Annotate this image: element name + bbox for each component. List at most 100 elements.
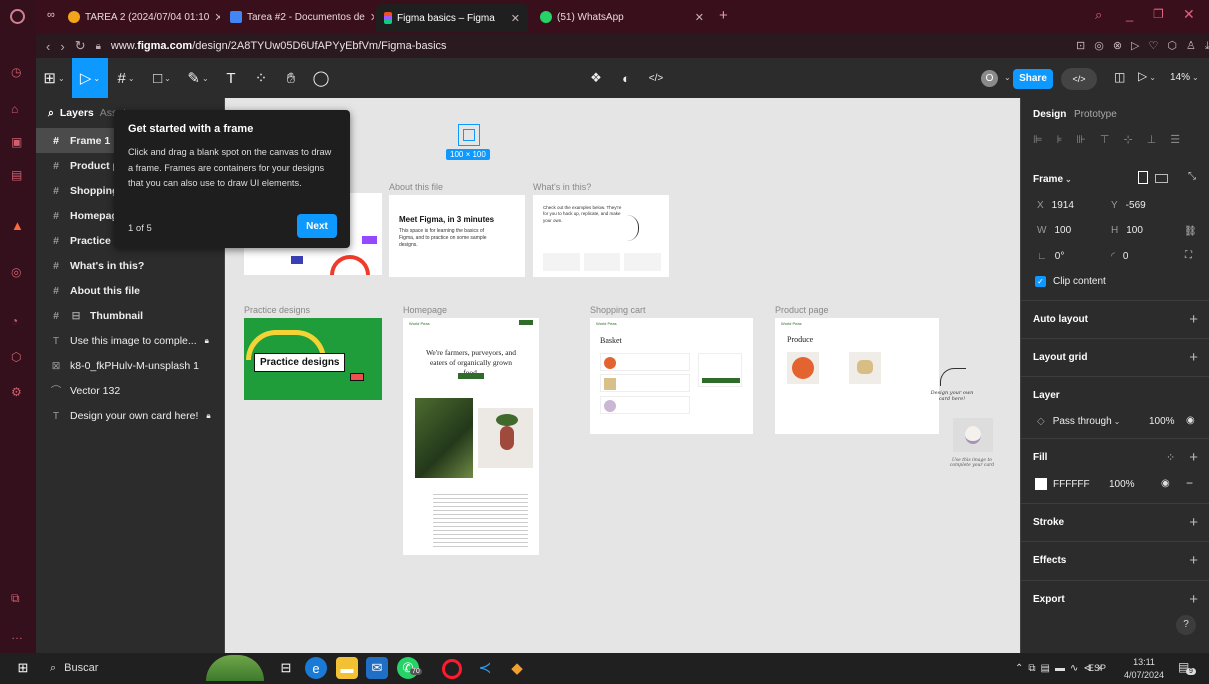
add-layout-grid-icon[interactable]: + [1189, 349, 1198, 366]
layer-row[interactable]: # What's in this? [36, 253, 224, 278]
back-icon[interactable]: ‹ [46, 39, 50, 54]
contrast-icon[interactable]: ◐ [614, 58, 638, 98]
layer-row[interactable]: ⊠ k8-0_fkPHulv-M-unsplash 1 [36, 353, 224, 378]
next-button[interactable]: Next [297, 214, 337, 238]
settings-icon[interactable]: ⚙ [11, 385, 22, 399]
edge-icon[interactable]: e [305, 657, 327, 679]
reload-icon[interactable]: ↻ [75, 38, 86, 54]
lock-icon[interactable]: 🔒︎ [206, 411, 210, 421]
layer-row[interactable]: T Use this image to comple... 🔒︎ [36, 328, 224, 353]
y-field[interactable]: Y -569 [1111, 200, 1146, 211]
stroke-section[interactable]: Stroke + [1021, 503, 1209, 541]
new-tab-button[interactable]: + [719, 7, 728, 24]
chevron-down-icon[interactable]: ⌄ [1004, 73, 1011, 82]
fill-hex-field[interactable]: FFFFFF [1053, 479, 1090, 490]
tab-documentos[interactable]: Tarea #2 - Documentos de ✕ [222, 6, 374, 28]
product-frame[interactable]: World Peas Produce [775, 318, 939, 434]
opera-icon[interactable] [442, 659, 462, 679]
landscape-toggle[interactable] [1155, 174, 1168, 183]
workspace-icon[interactable]: ⌂ [11, 102, 18, 116]
pen-tool-button[interactable]: ✎ ⌄ [180, 58, 216, 98]
fill-visibility-icon[interactable]: ◉ [1161, 478, 1170, 489]
tab-whatsapp[interactable]: (51) WhatsApp ✕ [532, 6, 712, 28]
layer-opacity-field[interactable]: 100% [1149, 416, 1175, 427]
minimize-button[interactable]: _ [1126, 7, 1133, 22]
fill-swatch[interactable] [1035, 478, 1047, 490]
history-icon[interactable]: ◔ [11, 314, 18, 328]
opera-rail-logo-icon[interactable] [10, 9, 25, 24]
close-tab-icon[interactable]: ✕ [370, 11, 374, 24]
independent-corners-icon[interactable]: ⛶ [1185, 250, 1192, 261]
chat-icon[interactable]: ▤ [11, 168, 22, 182]
selected-frame[interactable] [458, 124, 480, 146]
search-tabs-icon[interactable]: ⌕ [1095, 7, 1102, 23]
layout-grid-section[interactable]: Layout grid + [1021, 338, 1209, 376]
close-tab-icon[interactable]: ✕ [511, 12, 520, 25]
layer-row[interactable]: ⌒ Vector 132 [36, 378, 224, 403]
resize-to-fit-icon[interactable]: ⤡ [1188, 171, 1196, 182]
tab-design[interactable]: Design [1033, 109, 1066, 120]
main-menu-button[interactable]: ⊞ ⌄ [36, 58, 72, 98]
dev-mode-icon[interactable]: </> [644, 58, 668, 98]
corner-radius-field[interactable]: ◜ 0 [1111, 251, 1128, 262]
layer-row[interactable]: # About this file [36, 278, 224, 303]
extensions-icon[interactable]: ⬡ [11, 350, 21, 364]
close-tab-icon[interactable]: ✕ [214, 11, 220, 24]
auto-layout-section[interactable]: Auto layout + [1021, 300, 1209, 338]
hand-tool-button[interactable]: ✋︎ [276, 58, 306, 98]
aria-icon[interactable]: ▲ [11, 218, 24, 233]
component-icon[interactable]: ❖ [584, 58, 608, 98]
clock[interactable]: 13:11 4/07/2024 [1118, 656, 1170, 682]
shape-tool-button[interactable]: □ ⌄ [144, 58, 180, 98]
close-window-button[interactable]: ✕ [1183, 6, 1195, 23]
constrain-proportions-icon[interactable]: ⛓︎ [1184, 226, 1197, 237]
help-button[interactable]: ? [1176, 615, 1196, 635]
add-stroke-icon[interactable]: + [1189, 514, 1198, 531]
layer-visibility-icon[interactable]: ◉ [1186, 415, 1195, 426]
resources-button[interactable]: ⁘ [246, 58, 276, 98]
more-icon[interactable]: … [11, 628, 23, 642]
frame-tool-button[interactable]: # ⌄ [108, 58, 144, 98]
whats-frame[interactable]: Check out the examples below. They're fo… [533, 195, 669, 277]
blend-mode-dropdown[interactable]: ◇ Pass through ⌄ [1037, 416, 1120, 427]
dev-mode-toggle[interactable]: </> [1061, 68, 1097, 90]
add-fill-icon[interactable]: + [1189, 449, 1198, 466]
present-button[interactable]: ▷ ⌄ [1138, 69, 1156, 83]
url-field[interactable]: www.figma.com/design/2A8TYUw05D6UfAPYyEb… [111, 40, 447, 52]
add-effect-icon[interactable]: + [1189, 552, 1198, 569]
address-bar-actions[interactable]: ⊡◎⊗▷♡⬡♙⤓☰ [1076, 39, 1209, 53]
about-frame[interactable]: Meet Figma, in 3 minutes This space is f… [389, 195, 525, 277]
w-field[interactable]: W 100 [1037, 225, 1071, 236]
maximize-button[interactable]: ❐ [1153, 7, 1164, 21]
close-tab-icon[interactable]: ✕ [695, 11, 704, 24]
move-tool-button[interactable]: ▷ ⌄ [72, 58, 108, 98]
effects-section[interactable]: Effects + [1021, 541, 1209, 579]
taskbar-search[interactable]: ⌕ Buscar [40, 656, 190, 680]
clip-content-checkbox[interactable]: ✓ [1035, 276, 1046, 287]
avatar[interactable]: O [981, 70, 998, 87]
file-explorer-icon[interactable]: ▬ [336, 657, 358, 679]
vscode-icon[interactable]: ≺ [474, 657, 496, 679]
language-indicator[interactable]: ESP [1088, 663, 1106, 673]
fill-opacity-field[interactable]: 100% [1109, 479, 1135, 490]
rotation-field[interactable]: ∟ 0° [1037, 251, 1064, 262]
practice-frame[interactable]: Practice designs [244, 318, 382, 400]
alignment-tools[interactable]: ⊫⊧⊪⊤⊹⊥☰ [1033, 133, 1194, 146]
player-icon[interactable]: ◎ [11, 265, 21, 279]
remove-fill-icon[interactable]: − [1186, 476, 1193, 490]
task-view-icon[interactable]: ⊟ [275, 657, 297, 679]
zoom-dropdown[interactable]: 14% ⌄ [1170, 72, 1199, 83]
share-button[interactable]: Share [1013, 69, 1053, 89]
layer-row[interactable]: T Design your own card here! 🔒︎ [36, 403, 224, 428]
layer-row[interactable]: # ⊟ Thumbnail [36, 303, 224, 328]
screenshot-icon[interactable]: ⧉ [11, 591, 20, 606]
portrait-toggle[interactable] [1138, 171, 1148, 184]
add-export-icon[interactable]: + [1189, 591, 1198, 608]
forward-icon[interactable]: › [60, 39, 64, 54]
windows-start-icon[interactable]: ⊞ [12, 657, 34, 679]
speed-dial-icon[interactable]: ◷ [11, 65, 21, 79]
frame-preset-dropdown[interactable]: Frame ⌄ [1033, 174, 1072, 185]
fill-styles-icon[interactable]: ⁘ [1166, 451, 1175, 464]
tab-figma-basics[interactable]: Figma basics – Figma ✕ [376, 4, 528, 32]
library-icon[interactable]: ◫ [1114, 70, 1125, 84]
